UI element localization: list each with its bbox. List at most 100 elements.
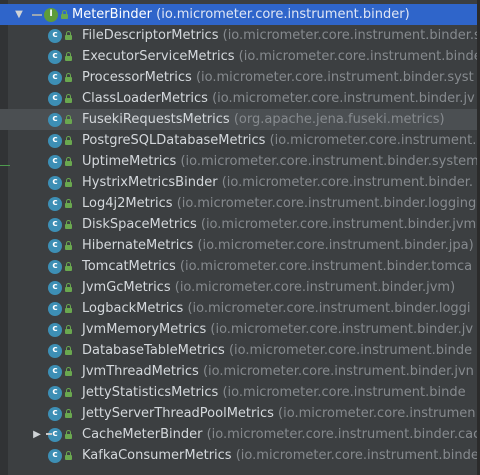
tree-item-row[interactable]: c DiskSpaceMetrics (io.micrometer.core.in… bbox=[0, 214, 480, 235]
class-name: DiskSpaceMetrics bbox=[82, 217, 197, 232]
class-icon: c bbox=[48, 238, 62, 253]
class-icon: c bbox=[48, 175, 62, 190]
class-icon: c bbox=[48, 217, 62, 232]
item-icon-group: c bbox=[48, 88, 72, 109]
interface-icon: I bbox=[44, 7, 58, 22]
class-name: UptimeMetrics bbox=[82, 154, 177, 169]
tree-item-label: HystrixMetricsBinder (io.micrometer.core… bbox=[82, 172, 473, 193]
public-lock-icon bbox=[65, 262, 72, 271]
tree-item-label: JvmGcMetrics (io.micrometer.core.instrum… bbox=[82, 277, 455, 298]
public-lock-icon bbox=[65, 430, 72, 439]
tree-item-label: MeterBinder (io.micrometer.core.instrume… bbox=[72, 4, 410, 25]
package-name: (io.micrometer.core.instrument.binde bbox=[222, 385, 466, 400]
tree-item-label: FusekiRequestsMetrics (org.apache.jena.f… bbox=[82, 109, 445, 130]
package-name: (io.micrometer.core.instrument.binder.jv… bbox=[200, 217, 477, 232]
class-icon: c bbox=[48, 196, 62, 211]
class-name: JvmMemoryMetrics bbox=[82, 322, 207, 337]
tree-item-label: DiskSpaceMetrics (io.micrometer.core.ins… bbox=[82, 214, 476, 235]
tree-item-row[interactable]: c LogbackMetrics (io.micrometer.core.inst… bbox=[0, 298, 480, 319]
tree-item-row[interactable]: c FusekiRequestsMetrics (org.apache.jena.… bbox=[0, 109, 480, 130]
public-lock-icon bbox=[65, 157, 72, 166]
tree-item-label: FileDescriptorMetrics (io.micrometer.cor… bbox=[82, 25, 480, 46]
class-name: JettyStatisticsMetrics bbox=[82, 385, 219, 400]
root-icon-group: I bbox=[32, 4, 68, 25]
package-name: (io.micrometer.core.instrument.binder.jv… bbox=[202, 364, 474, 379]
package-name: (io.micrometer.core.instrument.binde bbox=[228, 343, 473, 358]
tree-item-label: JvmThreadMetrics (io.micrometer.core.ins… bbox=[82, 361, 474, 382]
tree-item-label: PostgreSQLDatabaseMetrics (io.micrometer… bbox=[82, 130, 476, 151]
item-icon-group: c bbox=[48, 67, 72, 88]
tree-item-row[interactable]: c FileDescriptorMetrics (io.micrometer.co… bbox=[0, 25, 480, 46]
package-name: (io.micrometer.core.instrument.binder.jv… bbox=[174, 280, 456, 295]
tree-item-row[interactable]: c ExecutorServiceMetrics (io.micrometer.c… bbox=[0, 46, 480, 67]
package-name: (io.micrometer.core.instrument.binder) bbox=[156, 7, 410, 22]
class-icon: c bbox=[48, 280, 62, 295]
tree-item-row[interactable]: c JvmMemoryMetrics (io.micrometer.core.in… bbox=[0, 319, 480, 340]
class-icon: c bbox=[48, 154, 62, 169]
tree-item-row[interactable]: c DatabaseTableMetrics (io.micrometer.cor… bbox=[0, 340, 480, 361]
public-lock-icon bbox=[65, 367, 72, 376]
public-lock-icon bbox=[61, 10, 68, 19]
public-lock-icon bbox=[65, 388, 72, 397]
package-name: (io.micrometer.core.instrument.binde bbox=[238, 49, 480, 64]
tree-item-row[interactable]: c TomcatMetrics (io.micrometer.core.instr… bbox=[0, 256, 480, 277]
public-lock-icon bbox=[65, 31, 72, 40]
item-icon-group: c bbox=[48, 109, 72, 130]
collapse-arrow-icon[interactable]: ▶ bbox=[30, 424, 44, 445]
tree-item-row[interactable]: ▶ c CacheMeterBinder (io.micrometer.core.i… bbox=[0, 424, 480, 445]
tree-item-row[interactable]: c ProcessorMetrics (io.micrometer.core.in… bbox=[0, 67, 480, 88]
package-name: (io.micrometer.core.instrument.binder.jv bbox=[212, 91, 475, 106]
public-lock-icon bbox=[65, 199, 72, 208]
item-icon-group: c bbox=[48, 235, 72, 256]
tree-item-row[interactable]: c Log4j2Metrics (io.micrometer.core.instr… bbox=[0, 193, 480, 214]
type-hierarchy-panel: ▼ I MeterBinder (io.micrometer.core.inst… bbox=[0, 0, 480, 475]
class-name: ExecutorServiceMetrics bbox=[82, 49, 235, 64]
class-name: TomcatMetrics bbox=[82, 259, 176, 274]
tree-item-label: KafkaConsumerMetrics (io.micrometer.core… bbox=[82, 445, 479, 466]
item-icon-group: c bbox=[48, 382, 72, 403]
class-icon: c bbox=[48, 49, 62, 64]
expand-arrow-icon[interactable]: ▼ bbox=[12, 4, 26, 25]
package-name: (io.micrometer.core.instrument.binder. bbox=[221, 175, 474, 190]
public-lock-icon bbox=[65, 409, 72, 418]
hierarchy-tree: ▼ I MeterBinder (io.micrometer.core.inst… bbox=[0, 4, 480, 466]
tree-item-label: HibernateMetrics (io.micrometer.core.ins… bbox=[82, 235, 474, 256]
item-icon-group: c bbox=[48, 445, 72, 466]
class-name: FusekiRequestsMetrics bbox=[82, 112, 230, 127]
public-lock-icon bbox=[65, 451, 72, 460]
tree-item-row[interactable]: c JvmGcMetrics (io.micrometer.core.instru… bbox=[0, 277, 480, 298]
item-icon-group: c bbox=[48, 193, 72, 214]
class-name: KafkaConsumerMetrics bbox=[82, 448, 232, 463]
package-name: (io.micrometer.core.instrument.binder.sy… bbox=[180, 154, 479, 169]
tree-item-row[interactable]: c KafkaConsumerMetrics (io.micrometer.cor… bbox=[0, 445, 480, 466]
public-lock-icon bbox=[65, 304, 72, 313]
tree-item-label: ClassLoaderMetrics (io.micrometer.core.i… bbox=[82, 88, 475, 109]
item-icon-group: c bbox=[48, 130, 72, 151]
class-icon: c bbox=[48, 28, 62, 43]
class-icon: c bbox=[48, 70, 62, 85]
class-name: JettyServerThreadPoolMetrics bbox=[82, 406, 274, 421]
tree-item-row[interactable]: c HystrixMetricsBinder (io.micrometer.cor… bbox=[0, 172, 480, 193]
tree-item-label: JettyStatisticsMetrics (io.micrometer.co… bbox=[82, 382, 466, 403]
tree-item-row[interactable]: c HibernateMetrics (io.micrometer.core.in… bbox=[0, 235, 480, 256]
class-icon: c bbox=[46, 427, 62, 442]
class-icon: c bbox=[48, 322, 62, 337]
class-icon: c bbox=[48, 133, 62, 148]
class-name: JvmGcMetrics bbox=[82, 280, 171, 295]
class-name: HibernateMetrics bbox=[82, 238, 194, 253]
class-name: LogbackMetrics bbox=[82, 301, 184, 316]
tree-item-row[interactable]: c JvmThreadMetrics (io.micrometer.core.in… bbox=[0, 361, 480, 382]
tree-item-row[interactable]: c ClassLoaderMetrics (io.micrometer.core.… bbox=[0, 88, 480, 109]
tree-item-row[interactable]: c JettyStatisticsMetrics (io.micrometer.c… bbox=[0, 382, 480, 403]
public-lock-icon bbox=[65, 94, 72, 103]
public-lock-icon bbox=[65, 73, 72, 82]
package-name: (io.micrometer.core.instrumen bbox=[278, 406, 476, 421]
tree-item-row[interactable]: c JettyServerThreadPoolMetrics (io.microm… bbox=[0, 403, 480, 424]
item-icon-group: c bbox=[48, 277, 72, 298]
package-name: (io.micrometer.core.instrument. bbox=[269, 133, 477, 148]
tree-item-row[interactable]: c PostgreSQLDatabaseMetrics (io.micromete… bbox=[0, 130, 480, 151]
item-icon-group: c bbox=[48, 256, 72, 277]
tree-root-row[interactable]: ▼ I MeterBinder (io.micrometer.core.inst… bbox=[0, 4, 480, 25]
tree-item-label: TomcatMetrics (io.micrometer.core.instru… bbox=[82, 256, 472, 277]
tree-item-row[interactable]: c UptimeMetrics (io.micrometer.core.instr… bbox=[0, 151, 480, 172]
